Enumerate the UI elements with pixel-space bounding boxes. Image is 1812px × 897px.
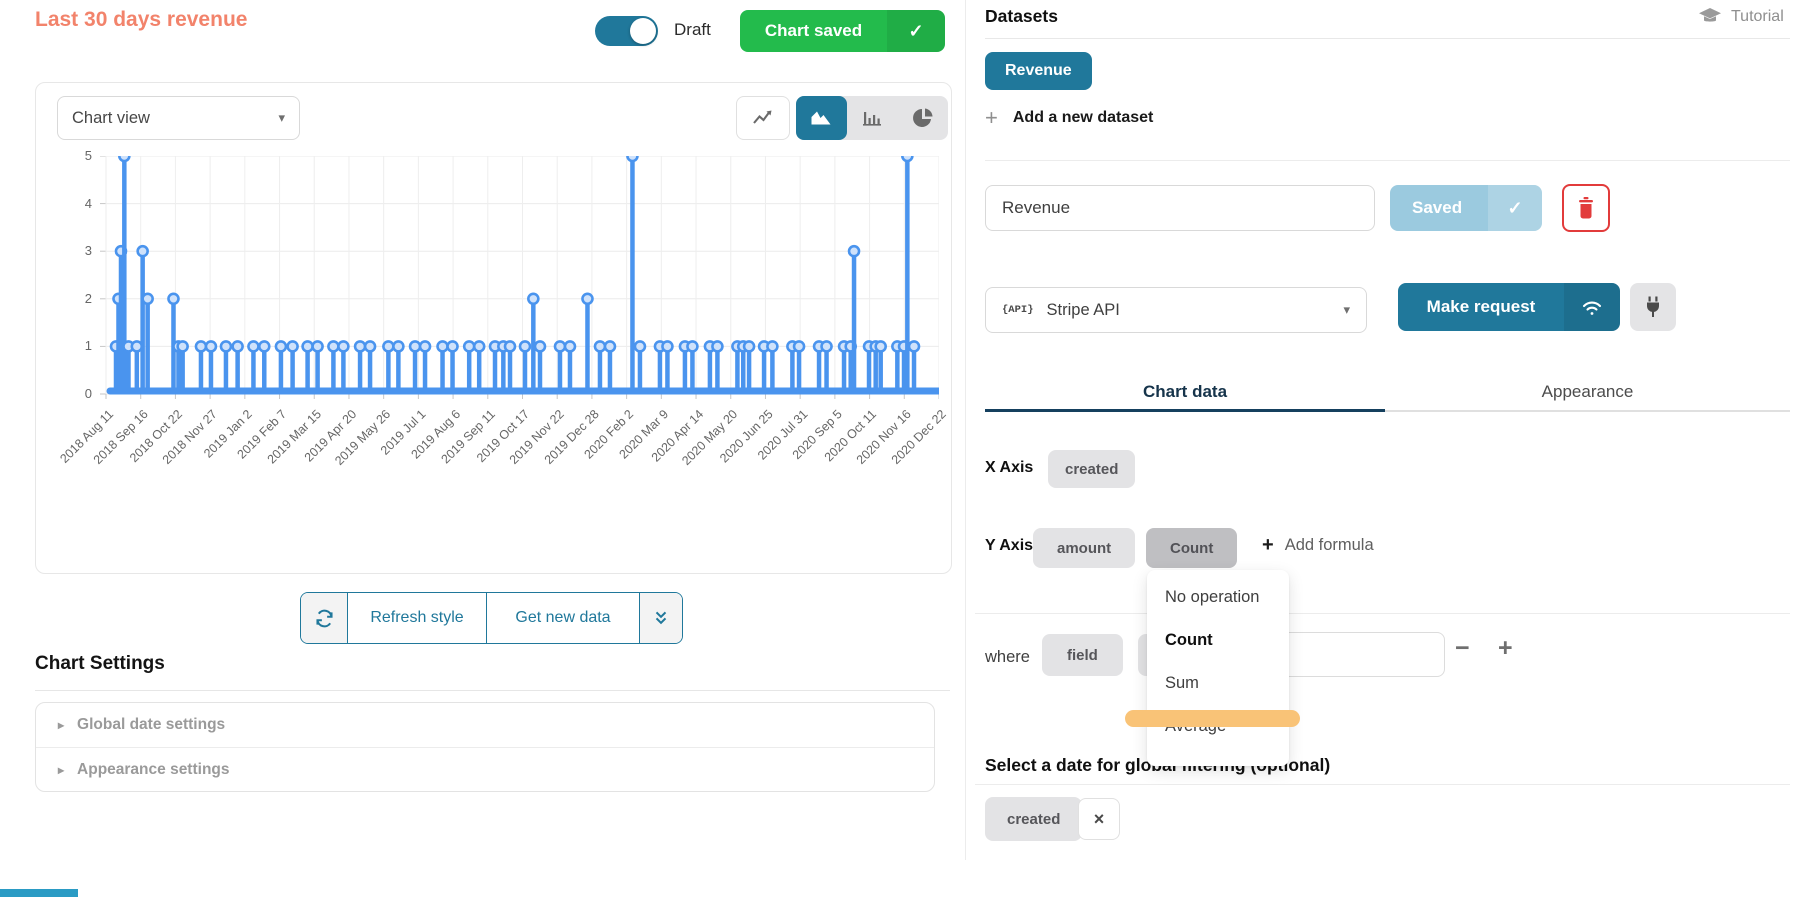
add-formula-button[interactable]: + Add formula [1262,534,1374,557]
y-axis-label: Y Axis [985,537,1033,555]
tab-appearance[interactable]: Appearance [1385,382,1790,402]
plus-icon: + [1262,534,1274,557]
x-axis-labels: 2018 Aug 112018 Sep 162018 Oct 222018 No… [98,403,939,553]
trash-icon [1576,197,1596,219]
x-axis-field-chip[interactable]: created [1048,450,1135,488]
operation-dropdown: No operation Count Sum Average [1147,570,1289,766]
tutorial-link[interactable]: Tutorial [1698,7,1784,27]
active-tab-underline [985,409,1385,412]
accordion-label: Global date settings [77,716,225,734]
clear-date-filter-button[interactable]: × [1078,798,1120,840]
connection-settings-button[interactable] [1630,283,1676,331]
accordion-arrow-icon: ▸ [58,718,64,732]
make-request-button[interactable]: Make request [1398,283,1620,331]
check-icon: ✓ [1488,185,1542,231]
accordion-label: Appearance settings [77,761,229,779]
divider [985,38,1790,39]
divider [35,690,950,691]
divider [985,160,1790,161]
remove-condition-button[interactable]: − [1455,634,1470,663]
x-axis-label: X Axis [985,459,1033,477]
operation-option-no-operation[interactable]: No operation [1147,576,1289,619]
chart-settings-heading: Chart Settings [35,653,165,675]
connection-select[interactable]: {API} Stripe API ▾ [985,287,1367,333]
operation-option-count[interactable]: Count [1147,619,1289,662]
line-chart-icon [751,106,775,130]
caret-down-icon: ▾ [278,110,285,126]
where-label: where [985,648,1030,667]
saved-label: Saved [1412,185,1462,231]
graduation-cap-icon [1698,7,1722,27]
add-formula-label: Add formula [1285,536,1374,555]
plus-icon: + [985,105,998,131]
tutorial-label: Tutorial [1731,8,1784,26]
dropdown-hover-highlight [1125,710,1300,727]
y-axis-operation-chip[interactable]: Count [1146,528,1237,568]
toggle-knob [630,18,656,44]
bar-chart-icon [860,106,884,130]
pie-chart-icon [911,106,935,130]
chart-actions: Refresh style Get new data [300,592,683,644]
accordion-arrow-icon: ▸ [58,763,64,777]
datasets-heading: Datasets [985,6,1058,27]
chart-type-line-button[interactable] [736,96,790,140]
accordion-appearance-settings[interactable]: ▸ Appearance settings [36,748,934,792]
delete-dataset-button[interactable] [1562,184,1610,232]
add-condition-button[interactable]: + [1498,634,1513,663]
refresh-icon [314,608,335,629]
tab-chart-data[interactable]: Chart data [985,382,1385,402]
tab-underline [1385,410,1790,412]
plug-icon [1643,296,1663,318]
draft-label: Draft [674,20,711,40]
divider [975,613,1790,614]
chart-type-area-button[interactable] [796,96,847,140]
y-axis-labels: 012345 [62,83,92,573]
chart-type-pie-button[interactable] [897,96,948,140]
more-data-options-button[interactable] [639,593,682,643]
api-badge-icon: {API} [1002,304,1034,316]
page-title: Last 30 days revenue [35,8,247,32]
date-filter-field-chip[interactable]: created [985,797,1082,841]
draft-toggle[interactable] [595,16,658,46]
double-chevron-down-icon [652,609,670,627]
check-icon: ✓ [887,10,945,52]
chart-view-select[interactable]: Chart view ▾ [57,96,300,140]
add-dataset-label: Add a new dataset [1013,109,1153,127]
chart-type-group [796,96,948,140]
saved-button[interactable]: Saved ✓ [1390,185,1542,231]
wifi-icon [1564,283,1620,331]
where-field-chip[interactable]: field [1042,634,1123,676]
chart-saved-button[interactable]: Chart saved ✓ [740,10,945,52]
chart-settings-accordion: ▸ Global date settings ▸ Appearance sett… [35,702,935,792]
get-new-data-button[interactable]: Get new data [486,593,639,643]
y-axis-field-chip[interactable]: amount [1033,528,1135,568]
horizontal-scrollbar[interactable] [0,889,78,897]
dataset-name-input[interactable] [985,185,1375,231]
dataset-tab-revenue[interactable]: Revenue [985,52,1092,90]
make-request-label: Make request [1398,283,1564,331]
divider [975,784,1790,785]
chart-card: Chart view ▾ 012345 2018 Aug 112018 Sep … [35,82,952,574]
refresh-icon-button[interactable] [301,593,348,643]
chart-editor-page: Last 30 days revenue Draft Chart saved ✓… [0,0,1812,897]
refresh-style-button[interactable]: Refresh style [348,593,486,643]
accordion-global-date-settings[interactable]: ▸ Global date settings [36,703,934,748]
chart-type-bar-button[interactable] [847,96,898,140]
operation-option-sum[interactable]: Sum [1147,662,1289,705]
add-dataset-button[interactable]: + Add a new dataset [985,105,1153,131]
area-chart-icon [809,106,833,130]
chart-plot-svg [98,156,939,402]
chart-saved-label: Chart saved [740,10,887,52]
panel-divider [965,0,966,860]
caret-down-icon: ▾ [1343,302,1350,318]
connection-select-value: Stripe API [1047,301,1120,320]
